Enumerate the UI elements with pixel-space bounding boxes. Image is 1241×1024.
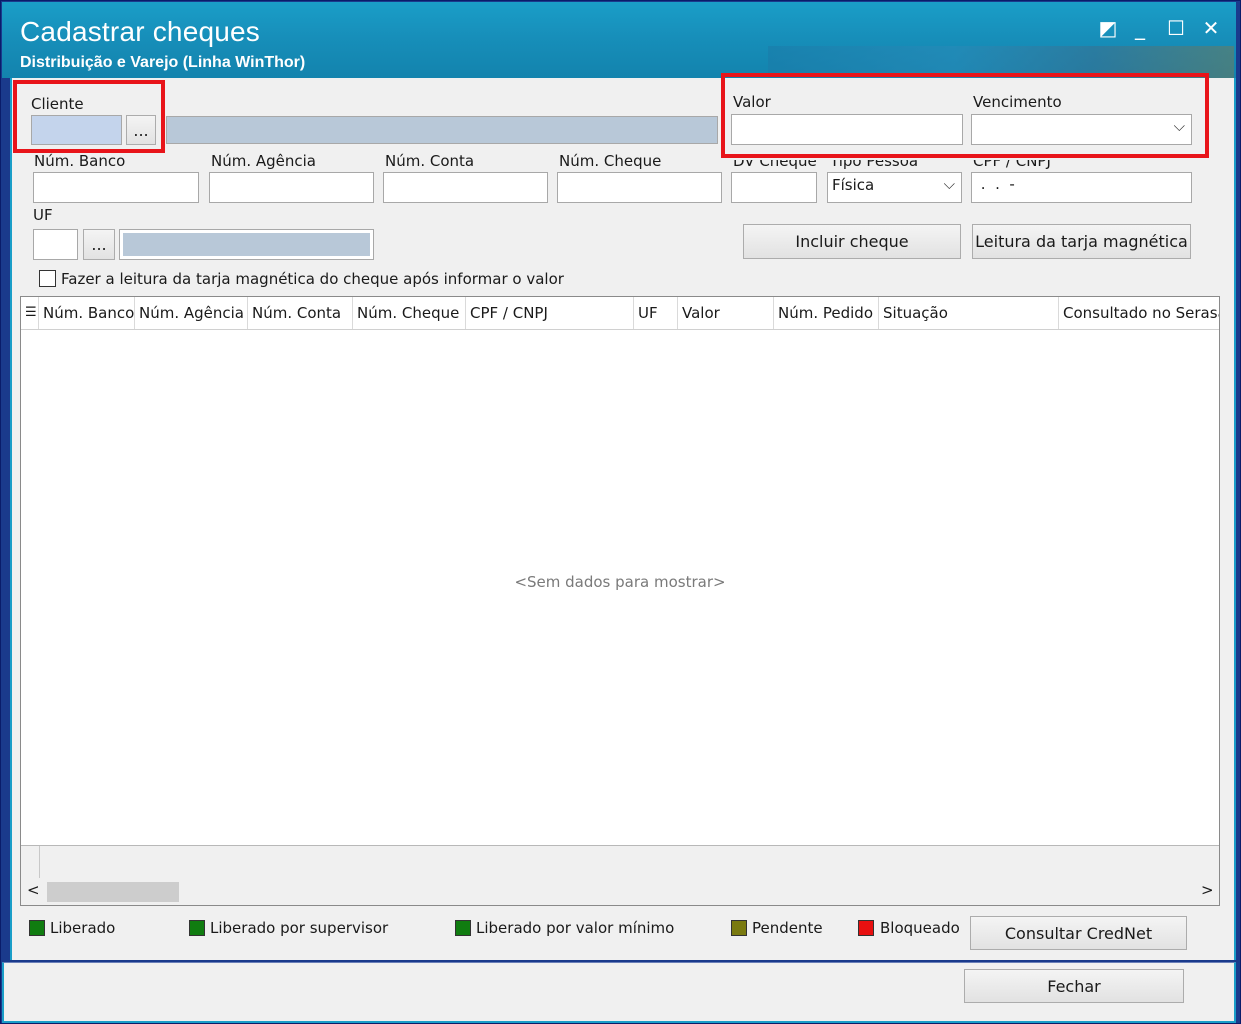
window: Cadastrar cheques Distribuição e Varejo …	[0, 0, 1241, 1024]
legend-bloqueado-swatch	[858, 920, 874, 936]
dv-cheque-input[interactable]	[731, 172, 817, 203]
scroll-thumb[interactable]	[47, 882, 179, 902]
maximize-icon[interactable]: ☐	[1164, 16, 1188, 40]
tipo-pessoa-select[interactable]: Física ⌵	[827, 172, 962, 203]
num-cheque-label: Núm. Cheque	[559, 152, 662, 170]
legend-pendente: Pendente	[752, 919, 823, 937]
num-conta-input[interactable]	[383, 172, 548, 203]
column-header[interactable]: Valor	[678, 297, 774, 329]
legend-bloqueado: Bloqueado	[880, 919, 960, 937]
uf-input[interactable]	[33, 229, 78, 260]
grid-footer	[21, 845, 1219, 879]
num-banco-input[interactable]	[33, 172, 199, 203]
num-cheque-input[interactable]	[557, 172, 722, 203]
legend-valor-minimo-swatch	[455, 920, 471, 936]
grid-header: ☰ Núm. Banco Núm. Agência Núm. Conta Núm…	[21, 297, 1219, 330]
column-header[interactable]: UF	[634, 297, 678, 329]
restore-icon[interactable]: ◩	[1096, 16, 1120, 40]
window-title: Cadastrar cheques	[20, 16, 260, 47]
legend-supervisor: Liberado por supervisor	[210, 919, 389, 937]
consultar-credenet-button[interactable]: Consultar CredNet	[970, 916, 1187, 950]
uf-lookup-button[interactable]: ...	[83, 229, 115, 260]
window-subtitle: Distribuição e Varejo (Linha WinThor)	[20, 54, 306, 71]
footer-divider	[39, 846, 40, 878]
num-banco-label: Núm. Banco	[34, 152, 126, 170]
title-bar: Cadastrar cheques Distribuição e Varejo …	[2, 2, 1236, 80]
chevron-down-icon: ⌵	[943, 175, 955, 193]
highlight-valor-vencimento	[721, 73, 1209, 158]
fechar-button[interactable]: Fechar	[964, 969, 1184, 1003]
tipo-pessoa-value: Física	[832, 176, 875, 194]
tarja-checkbox-label: Fazer a leitura da tarja magnética do ch…	[61, 270, 564, 288]
column-header[interactable]: Núm. Banco	[39, 297, 135, 329]
scroll-right-icon[interactable]: >	[1201, 881, 1214, 899]
column-header[interactable]: CPF / CNPJ	[466, 297, 634, 329]
column-header[interactable]: Núm. Cheque	[353, 297, 466, 329]
empty-message: <Sem dados para mostrar>	[514, 573, 726, 591]
cpf-cnpj-input[interactable]: . . -	[971, 172, 1192, 203]
legend-liberado: Liberado	[50, 919, 116, 937]
legend-valor-minimo: Liberado por valor mínimo	[476, 919, 675, 937]
uf-name-field-frame	[119, 229, 374, 260]
cliente-name-field	[166, 116, 718, 144]
uf-label: UF	[33, 206, 53, 224]
column-chooser-icon[interactable]: ☰	[21, 297, 39, 329]
column-header[interactable]: Consultado no Serasa	[1059, 297, 1219, 329]
column-header[interactable]: Núm. Conta	[248, 297, 353, 329]
scroll-left-icon[interactable]: <	[27, 881, 40, 899]
incluir-cheque-button[interactable]: Incluir cheque	[743, 224, 961, 259]
column-header[interactable]: Núm. Agência	[135, 297, 248, 329]
num-agencia-input[interactable]	[209, 172, 374, 203]
uf-name-field	[123, 233, 370, 256]
highlight-cliente	[13, 80, 165, 153]
dv-cheque-label: DV Cheque	[733, 160, 817, 170]
column-header[interactable]: Situação	[879, 297, 1059, 329]
legend-liberado-swatch	[29, 920, 45, 936]
close-icon[interactable]: ✕	[1199, 16, 1223, 40]
legend-supervisor-swatch	[189, 920, 205, 936]
cheques-grid[interactable]: ☰ Núm. Banco Núm. Agência Núm. Conta Núm…	[20, 296, 1220, 906]
legend-pendente-swatch	[731, 920, 747, 936]
tarja-checkbox[interactable]	[39, 270, 56, 287]
num-conta-label: Núm. Conta	[385, 152, 475, 170]
leitura-tarja-button[interactable]: Leitura da tarja magnética	[972, 224, 1191, 259]
tipo-pessoa-label: Tipo Pessoa	[830, 160, 919, 170]
horizontal-scrollbar[interactable]: < >	[21, 878, 1219, 905]
num-agencia-label: Núm. Agência	[211, 152, 316, 170]
column-header[interactable]: Núm. Pedido	[774, 297, 879, 329]
cpf-cnpj-label: CPF / CNPJ	[973, 160, 1051, 170]
minimize-icon[interactable]: _	[1128, 16, 1152, 40]
